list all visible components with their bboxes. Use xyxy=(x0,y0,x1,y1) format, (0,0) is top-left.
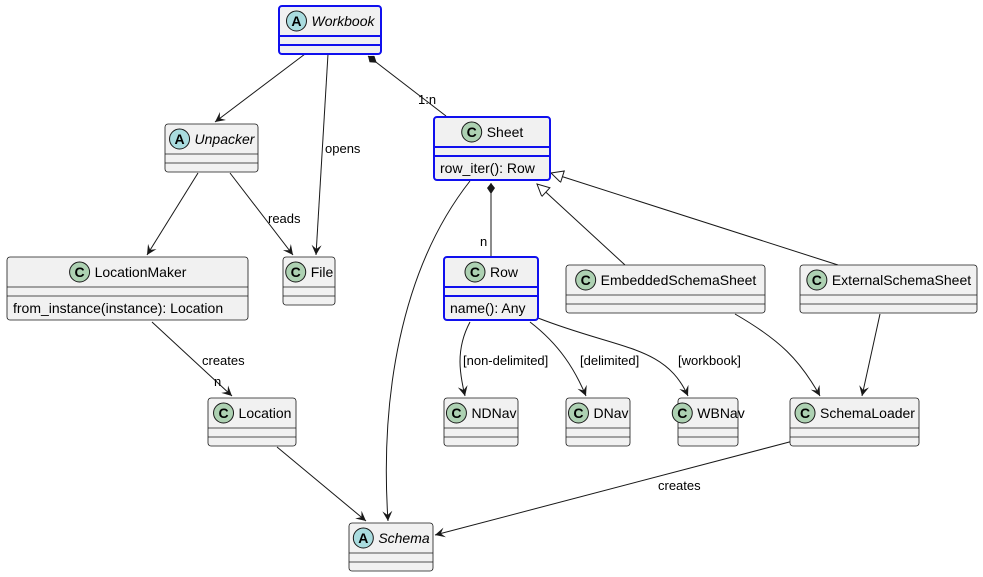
class-method: row_iter(): Row xyxy=(440,160,536,176)
svg-text:C: C xyxy=(467,124,477,140)
class-icon: C xyxy=(285,261,307,283)
relation-wb-sheet: 1:n xyxy=(367,55,447,117)
association-line xyxy=(276,446,367,522)
class-embedded[interactable]: EmbeddedSchemaSheet C xyxy=(565,264,766,314)
class-icon: C xyxy=(794,402,816,424)
class-icon: C xyxy=(69,261,91,283)
svg-text:C: C xyxy=(75,264,85,280)
inheritance-line xyxy=(551,173,839,266)
association-line xyxy=(434,439,798,538)
class-file[interactable]: File C xyxy=(282,256,336,306)
class-name: Workbook xyxy=(311,13,375,29)
class-name: Row xyxy=(490,264,519,280)
relation-embedded-loader xyxy=(734,313,821,397)
relation-label: [non-delimited] xyxy=(463,353,548,368)
class-name: LocationMaker xyxy=(95,264,187,280)
relation-label: [delimited] xyxy=(580,353,639,368)
class-name: NDNav xyxy=(471,405,516,421)
class-unpacker[interactable]: Unpacker A xyxy=(164,123,259,173)
class-name: WBNav xyxy=(697,405,744,421)
class-ndnav[interactable]: NDNav C xyxy=(443,397,519,447)
abstract-class-icon: A xyxy=(169,128,191,150)
svg-text:C: C xyxy=(581,272,591,288)
class-method: from_instance(instance): Location xyxy=(13,300,223,316)
class-icon: C xyxy=(464,261,486,283)
class-name: Sheet xyxy=(487,124,524,140)
class-name: SchemaLoader xyxy=(820,405,915,421)
association-line xyxy=(859,313,881,397)
relation-external-sheet xyxy=(551,173,839,266)
class-icon: C xyxy=(806,269,828,291)
svg-text:A: A xyxy=(358,530,368,546)
relation-label: creates xyxy=(202,353,245,368)
abstract-class-icon: A xyxy=(352,527,374,549)
association-line xyxy=(734,313,821,397)
relation-label: opens xyxy=(325,141,361,156)
inheritance-line xyxy=(537,184,626,266)
svg-text:C: C xyxy=(677,405,687,421)
association-line xyxy=(382,180,471,522)
class-name: Unpacker xyxy=(195,131,256,147)
svg-text:A: A xyxy=(291,13,301,29)
class-diagram: opens 1:n reads creates n n [non-delimited] [de… xyxy=(6,5,978,572)
composition-line xyxy=(367,55,447,117)
class-icon: C xyxy=(445,402,467,424)
relation-unpacker-lm xyxy=(146,172,199,256)
relation-label: n xyxy=(480,234,487,249)
class-method: name(): Any xyxy=(450,300,525,316)
class-wbnav[interactable]: WBNav C xyxy=(671,397,745,447)
class-schemaloader[interactable]: SchemaLoader C xyxy=(789,397,920,447)
relation-loader-schema: creates xyxy=(434,439,798,538)
class-workbook[interactable]: Workbook A xyxy=(278,5,382,55)
svg-text:C: C xyxy=(451,405,461,421)
class-name: File xyxy=(311,264,334,280)
svg-text:C: C xyxy=(291,264,301,280)
class-row[interactable]: Row Cname(): Any xyxy=(443,256,539,321)
class-dnav[interactable]: DNav C xyxy=(565,397,631,447)
class-name: DNav xyxy=(593,405,628,421)
multiplicity-label: n xyxy=(214,374,221,389)
svg-text:C: C xyxy=(812,272,822,288)
svg-text:C: C xyxy=(470,264,480,280)
relation-unpacker-file: reads xyxy=(229,172,301,256)
class-name: EmbeddedSchemaSheet xyxy=(601,272,757,288)
relation-label: reads xyxy=(268,211,301,226)
class-locationmaker[interactable]: LocationMaker Cfrom_instance(instance): L… xyxy=(6,256,249,321)
class-name: ExternalSchemaSheet xyxy=(832,272,971,288)
association-line xyxy=(146,172,199,256)
relation-wb-unpacker xyxy=(214,53,306,123)
class-schema[interactable]: Schema A xyxy=(348,522,434,572)
class-name: Location xyxy=(239,405,292,421)
class-location[interactable]: Location C xyxy=(207,397,297,447)
relation-embedded-sheet xyxy=(537,184,626,266)
svg-text:C: C xyxy=(218,405,228,421)
class-icon: C xyxy=(567,402,589,424)
class-icon: C xyxy=(671,402,693,424)
class-sheet[interactable]: Sheet Crow_iter(): Row xyxy=(433,116,551,181)
relation-external-loader xyxy=(859,313,881,397)
svg-text:C: C xyxy=(800,405,810,421)
class-icon: C xyxy=(575,269,597,291)
relation-sheet-row: n xyxy=(480,183,495,257)
association-line xyxy=(214,53,306,123)
relation-row-ndnav: [non-delimited] xyxy=(457,321,548,397)
relation-label: 1:n xyxy=(418,92,436,107)
svg-text:C: C xyxy=(573,405,583,421)
classes: Workbook A Unpacker A Sheet Crow_iter(): Row L… xyxy=(6,5,978,572)
class-icon: C xyxy=(461,121,483,143)
class-external[interactable]: ExternalSchemaSheet C xyxy=(799,264,978,314)
class-icon: C xyxy=(213,402,235,424)
relation-label: [workbook] xyxy=(678,353,741,368)
relation-wb-file: opens xyxy=(311,53,361,256)
svg-text:A: A xyxy=(174,131,184,147)
relation-lm-location: creates n xyxy=(151,321,245,397)
relation-row-wbnav: [workbook] xyxy=(537,317,741,397)
relation-label: creates xyxy=(658,478,701,493)
class-name: Schema xyxy=(378,530,430,546)
relation-location-schema xyxy=(276,446,367,522)
relation-sheet-schema xyxy=(382,180,471,522)
abstract-class-icon: A xyxy=(285,10,307,32)
